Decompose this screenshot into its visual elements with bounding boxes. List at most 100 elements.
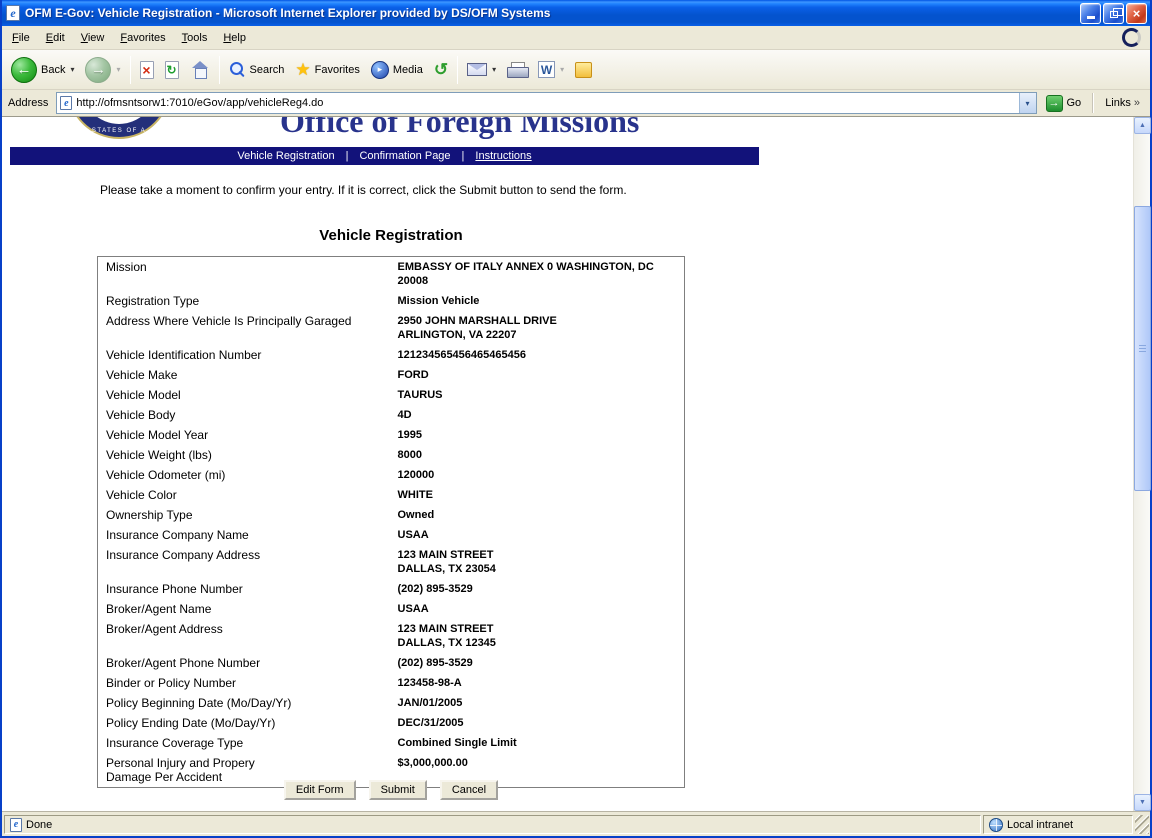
scrollbar-thumb[interactable] [1134,206,1151,491]
messenger-icon [575,62,592,78]
links-label: Links [1105,97,1131,109]
field-value: 8000 [398,445,685,465]
menu-view[interactable]: View [73,27,113,48]
field-value: EMBASSY OF ITALY ANNEX 0 WASHINGTON, DC … [398,257,685,292]
nav-separator: | [462,150,465,162]
go-label: Go [1067,97,1082,109]
edit-form-button[interactable]: Edit Form [284,780,356,800]
field-label: Vehicle Color [98,485,398,505]
field-value: USAA [398,599,685,619]
page-icon: e [60,96,72,110]
scroll-up-button[interactable]: ▲ [1134,117,1151,134]
menu-bar: File Edit View Favorites Tools Help [2,26,1150,50]
field-label: Insurance Phone Number [98,579,398,599]
edit-with-word-button[interactable]: W ▾ [533,58,569,81]
forward-button[interactable]: → ▾ [80,54,125,86]
address-field[interactable]: e ▾ [56,92,1036,114]
window-title: OFM E-Gov: Vehicle Registration - Micros… [25,6,1075,20]
ie-app-icon: e [6,5,20,21]
history-button[interactable]: ↺ [429,58,453,81]
zone-text: Local intranet [1007,819,1073,831]
field-label: Vehicle Body [98,405,398,425]
field-row: Vehicle Make FORD [98,365,685,385]
browser-viewport: STATES OF A Office of Foreign Missions V… [2,116,1150,811]
field-label: Policy Beginning Date (Mo/Day/Yr) [98,693,398,713]
history-icon: ↺ [434,61,448,78]
seal-text: STATES OF A [69,128,169,134]
field-value: Owned [398,505,685,525]
menu-favorites[interactable]: Favorites [112,27,173,48]
favorites-button[interactable]: ★ Favorites [290,58,365,81]
search-icon [229,61,246,78]
site-title: Office of Foreign Missions [280,117,639,140]
field-row: Address Where Vehicle Is Principally Gar… [98,311,685,345]
form-actions: Edit Form Submit Cancel [97,780,685,800]
field-row: Vehicle Identification Number 1212345654… [98,345,685,365]
media-button[interactable]: ▸ Media [366,58,428,82]
menu-file[interactable]: File [4,27,38,48]
nav-instructions-link[interactable]: Instructions [475,150,531,162]
intranet-globe-icon [989,818,1003,832]
status-text: Done [26,819,52,831]
search-button[interactable]: Search [224,58,290,81]
home-button[interactable] [185,58,215,81]
field-value: 1995 [398,425,685,445]
vehicle-registration-table: Mission EMBASSY OF ITALY ANNEX 0 WASHING… [97,256,685,788]
nav-confirmation-page[interactable]: Confirmation Page [359,150,450,162]
back-button[interactable]: ← Back ▾ [6,54,79,86]
field-row: Vehicle Odometer (mi) 120000 [98,465,685,485]
field-label: Insurance Company Address [98,545,398,579]
links-menu[interactable]: Links » [1100,97,1148,109]
minimize-icon [1087,16,1095,19]
field-row: Registration Type Mission Vehicle [98,291,685,311]
restore-button[interactable] [1103,3,1124,24]
menu-help[interactable]: Help [215,27,254,48]
field-value: USAA [398,525,685,545]
address-label: Address [4,97,52,109]
minimize-button[interactable] [1080,3,1101,24]
field-value: 123 MAIN STREET DALLAS, TX 12345 [398,619,685,653]
address-dropdown-button[interactable]: ▾ [1019,93,1036,113]
field-label: Broker/Agent Address [98,619,398,653]
scroll-down-button[interactable]: ▼ [1134,794,1151,811]
search-label: Search [250,64,285,76]
close-button[interactable]: × [1126,3,1147,24]
field-row: Insurance Coverage Type Combined Single … [98,733,685,753]
field-label: Vehicle Identification Number [98,345,398,365]
menu-edit[interactable]: Edit [38,27,73,48]
field-row: Insurance Company Address 123 MAIN STREE… [98,545,685,579]
mail-icon [467,63,487,76]
confirm-message: Please take a moment to confirm your ent… [100,183,627,197]
field-value: 2950 JOHN MARSHALL DRIVE ARLINGTON, VA 2… [398,311,685,345]
menu-tools[interactable]: Tools [174,27,216,48]
field-label: Broker/Agent Name [98,599,398,619]
resize-grip[interactable] [1135,815,1149,834]
refresh-button[interactable]: ↻ [160,58,184,82]
field-label: Vehicle Odometer (mi) [98,465,398,485]
address-input[interactable] [76,94,1014,112]
submit-button[interactable]: Submit [369,780,427,800]
stop-button[interactable]: × [135,58,159,82]
status-panel: e Done [4,815,981,834]
print-button[interactable] [502,59,532,80]
messenger-button[interactable] [570,59,597,81]
vertical-scrollbar[interactable]: ▲ ▼ [1133,117,1150,811]
mail-dropdown-icon[interactable]: ▾ [492,65,496,74]
toolbar-separator [219,56,220,84]
nav-separator: | [346,150,349,162]
toolbar: ← Back ▾ → ▾ × ↻ Search ★ Favorites ▸ Me [2,50,1150,90]
field-label: Vehicle Weight (lbs) [98,445,398,465]
cancel-button[interactable]: Cancel [440,780,498,800]
field-value: 121234565456465465456 [398,345,685,365]
word-icon: W [538,61,555,78]
nav-vehicle-registration[interactable]: Vehicle Registration [237,150,334,162]
close-icon: × [1133,6,1141,21]
mail-button[interactable]: ▾ [462,60,501,79]
fields-body: Mission EMBASSY OF ITALY ANNEX 0 WASHING… [98,257,685,788]
status-bar: e Done Local intranet [2,811,1150,836]
field-value: Combined Single Limit [398,733,685,753]
go-button[interactable]: → Go [1041,94,1087,113]
security-zone-panel: Local intranet [983,815,1133,834]
back-dropdown-icon[interactable]: ▾ [70,65,74,74]
field-row: Vehicle Model Year 1995 [98,425,685,445]
